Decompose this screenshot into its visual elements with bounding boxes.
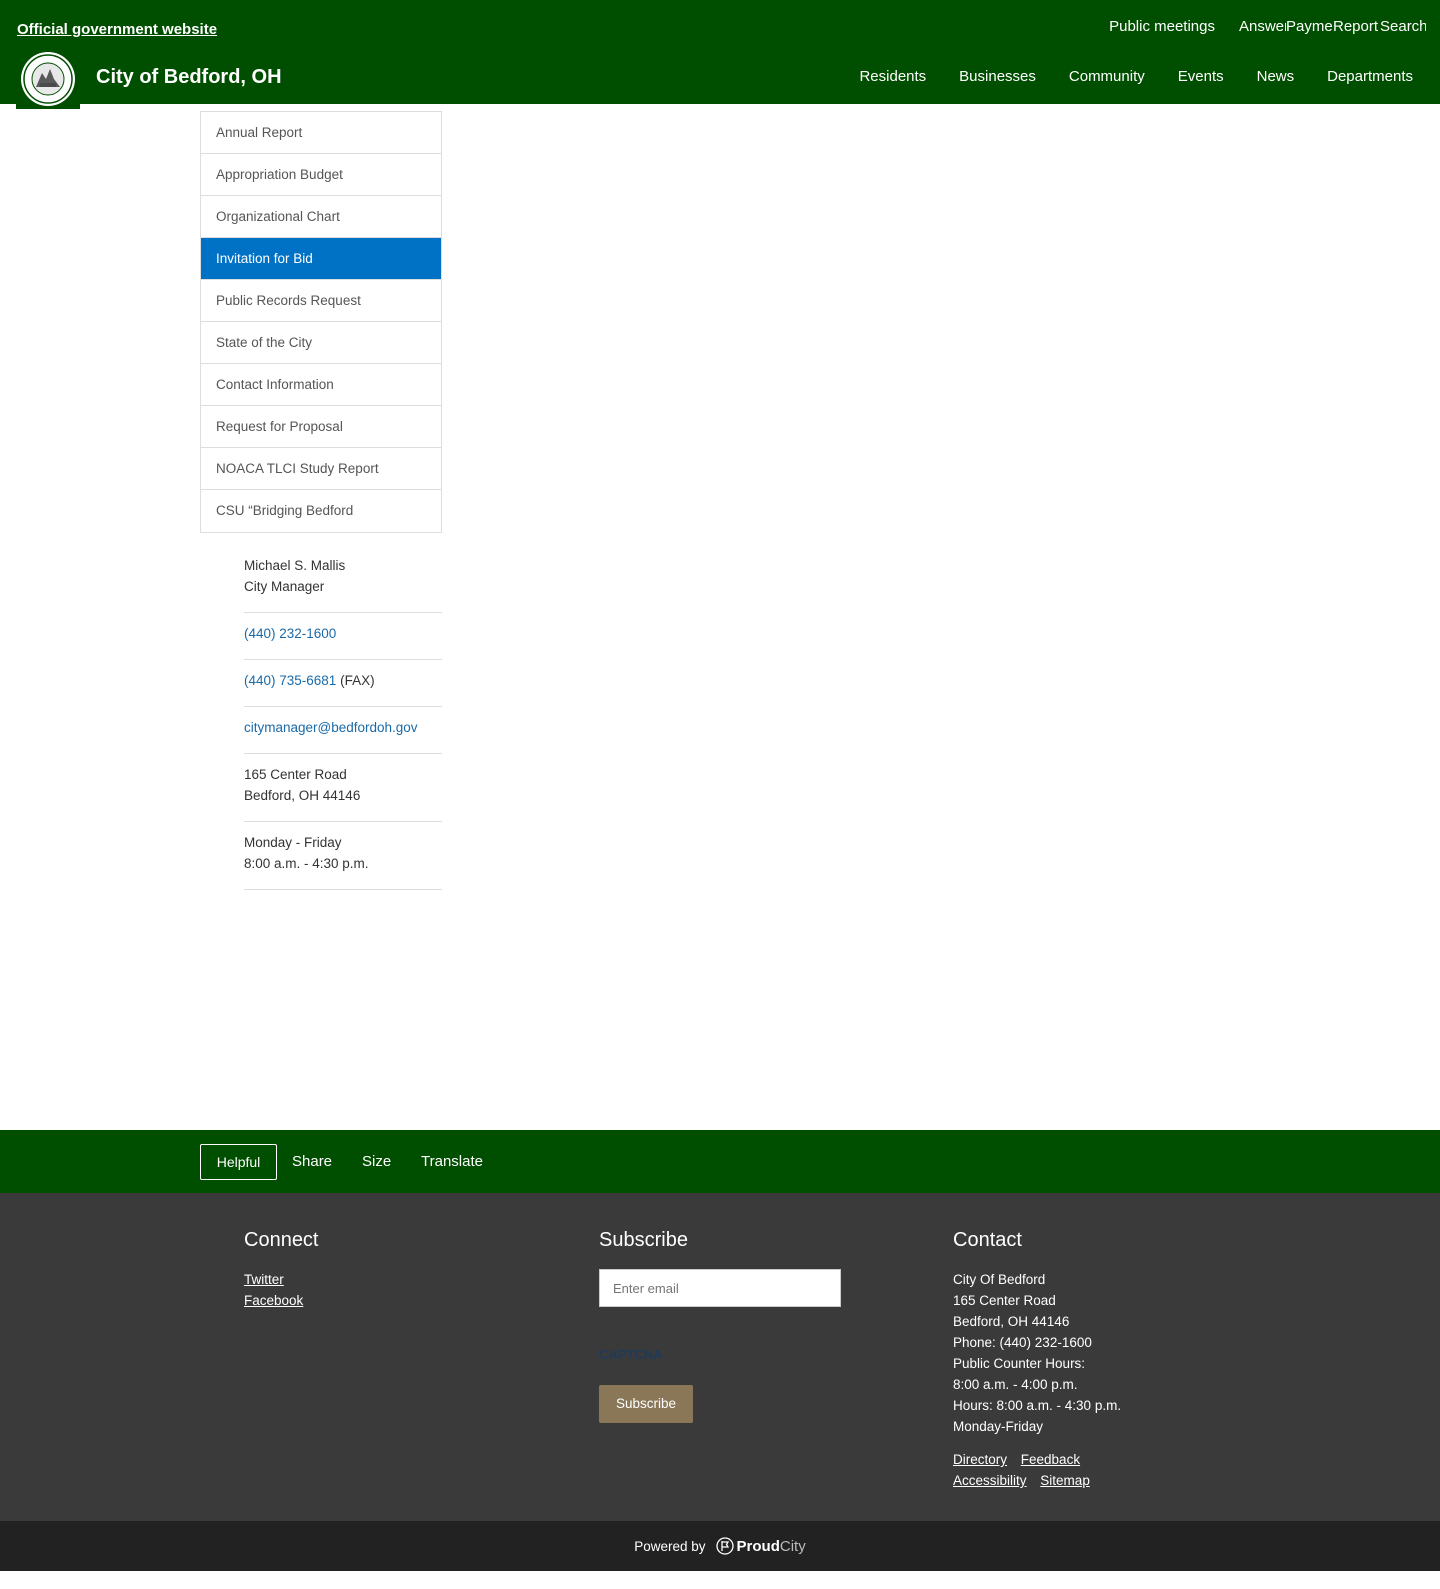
main-nav: Residents Businesses Community Events Ne…	[826, 68, 1413, 85]
accessibility-link[interactable]: Accessibility	[953, 1473, 1027, 1488]
proudcity-brand-light: City	[779, 1537, 806, 1555]
sidebar-item-request-for-proposal[interactable]: Request for Proposal	[201, 406, 441, 448]
sidebar-item-csu-bridging-bedford[interactable]: CSU “Bridging Bedford	[201, 490, 441, 532]
subscribe-heading: Subscribe	[599, 1229, 688, 1251]
sidebar-item-organizational-chart[interactable]: Organizational Chart	[201, 196, 441, 238]
contact-fax-link[interactable]: (440) 735-6681	[244, 673, 336, 688]
sidebar-item-invitation-for-bid[interactable]: Invitation for Bid	[201, 238, 441, 280]
fax-label: (FAX)	[336, 673, 375, 688]
captcha-label: CAPTCHA	[599, 1347, 663, 1362]
email-input[interactable]	[599, 1269, 841, 1307]
footer-connect: Connect Twitter Facebook	[244, 1229, 319, 1311]
contact-title: City Manager	[244, 579, 325, 594]
nav-news[interactable]: News	[1257, 68, 1295, 85]
footer-contact-line: Hours: 8:00 a.m. - 4:30 p.m.	[953, 1398, 1122, 1413]
report-link[interactable]: Report	[1333, 18, 1380, 35]
footer-contact-line: City Of Bedford	[953, 1272, 1046, 1287]
contact-address: 165 Center Road Bedford, OH 44146	[244, 754, 442, 822]
footer-subscribe: Subscribe CAPTCHA Subscribe	[599, 1229, 841, 1423]
footer-contact-line: Phone: (440) 232-1600	[953, 1335, 1092, 1350]
nav-businesses[interactable]: Businesses	[959, 68, 1036, 85]
proudcity-logo[interactable]: Proud City	[715, 1537, 806, 1555]
feedback-link[interactable]: Feedback	[1021, 1452, 1080, 1467]
proudcity-flag-icon	[715, 1537, 734, 1555]
payments-link[interactable]: Payments	[1286, 18, 1333, 35]
proudcity-brand-bold: Proud	[736, 1537, 780, 1555]
contact-fax-row: (440) 735-6681 (FAX)	[244, 660, 442, 707]
answers-link[interactable]: Answers	[1239, 18, 1286, 35]
subscribe-button[interactable]: Subscribe	[599, 1385, 693, 1423]
footer-contact-line: Bedford, OH 44146	[953, 1314, 1070, 1329]
site-header: Official government website City of Bedf…	[0, 0, 1440, 109]
size-button[interactable]: Size	[362, 1144, 391, 1180]
nav-events[interactable]: Events	[1178, 68, 1224, 85]
contact-phone-row: (440) 232-1600	[244, 613, 442, 660]
utility-nav: Public meetings Answers Payments Report …	[1109, 16, 1426, 36]
search-link[interactable]: Search	[1380, 18, 1426, 35]
footer-contact-line: Public Counter Hours:	[953, 1356, 1086, 1371]
sidebar-item-annual-report[interactable]: Annual Report	[201, 112, 441, 154]
connect-heading: Connect	[244, 1229, 319, 1251]
contact-email-row: citymanager@bedfordoh.gov	[244, 707, 442, 754]
contact-email-link[interactable]: citymanager@bedfordoh.gov	[244, 720, 418, 735]
contact-hours: Monday - Friday 8:00 a.m. - 4:30 p.m.	[244, 822, 442, 890]
site-title[interactable]: City of Bedford, OH	[96, 66, 282, 89]
public-meetings-link[interactable]: Public meetings	[1109, 16, 1215, 36]
footer-contact-line: 8:00 a.m. - 4:00 p.m.	[953, 1377, 1078, 1392]
official-gov-link[interactable]: Official government website	[17, 21, 217, 38]
contact-heading: Contact	[953, 1229, 1022, 1251]
site-footer: Connect Twitter Facebook Subscribe CAPTC…	[0, 1193, 1440, 1521]
translate-button[interactable]: Translate	[421, 1144, 483, 1180]
address-line-2: Bedford, OH 44146	[244, 788, 361, 803]
hours-days: Monday - Friday	[244, 835, 342, 850]
contact-person: Michael S. Mallis City Manager	[244, 546, 442, 613]
page-action-bar: Helpful Share Size Translate	[0, 1130, 1440, 1193]
footer-contact-line: 165 Center Road	[953, 1293, 1056, 1308]
hours-time: 8:00 a.m. - 4:30 p.m.	[244, 856, 369, 871]
contact-name: Michael S. Mallis	[244, 558, 346, 573]
footer-contact-line: Monday-Friday	[953, 1419, 1044, 1434]
powered-by-bar: Powered by Proud City	[0, 1521, 1440, 1571]
share-button[interactable]: Share	[292, 1144, 332, 1180]
address-line-1: 165 Center Road	[244, 767, 347, 782]
city-seal-logo[interactable]	[16, 49, 80, 109]
helpful-button[interactable]: Helpful	[200, 1144, 277, 1180]
twitter-link[interactable]: Twitter	[244, 1272, 284, 1287]
sidebar-menu: Annual Report Appropriation Budget Organ…	[200, 111, 442, 533]
footer-links: Directory Feedback Accessibility Sitemap	[953, 1449, 1121, 1491]
powered-by-label: Powered by	[634, 1538, 706, 1554]
facebook-link[interactable]: Facebook	[244, 1293, 303, 1308]
nav-departments[interactable]: Departments	[1327, 68, 1413, 85]
sidebar-item-noaca-tlci-study-report[interactable]: NOACA TLCI Study Report	[201, 448, 441, 490]
sidebar-item-appropriation-budget[interactable]: Appropriation Budget	[201, 154, 441, 196]
nav-community[interactable]: Community	[1069, 68, 1145, 85]
nav-residents[interactable]: Residents	[859, 68, 926, 85]
contact-block: Michael S. Mallis City Manager (440) 232…	[244, 546, 442, 890]
sidebar-item-contact-information[interactable]: Contact Information	[201, 364, 441, 406]
sidebar-item-state-of-the-city[interactable]: State of the City	[201, 322, 441, 364]
contact-phone-link[interactable]: (440) 232-1600	[244, 626, 336, 641]
footer-contact: Contact City Of Bedford 165 Center Road …	[953, 1229, 1121, 1491]
sidebar-item-public-records-request[interactable]: Public Records Request	[201, 280, 441, 322]
directory-link[interactable]: Directory	[953, 1452, 1007, 1467]
sitemap-link[interactable]: Sitemap	[1040, 1473, 1090, 1488]
